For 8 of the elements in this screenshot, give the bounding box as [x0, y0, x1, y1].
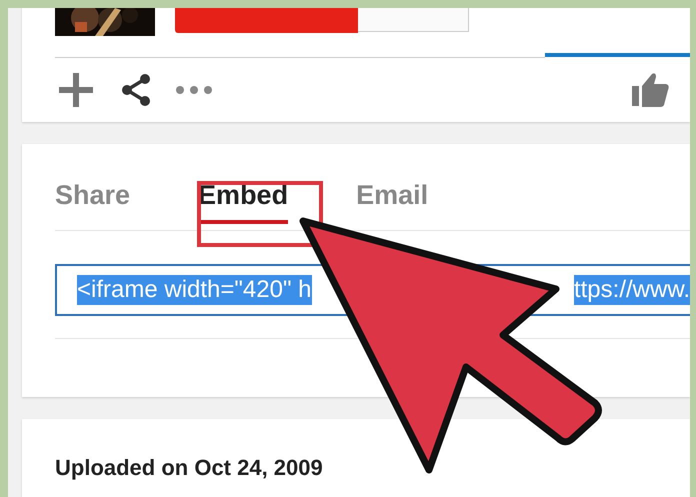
more-icon[interactable]: [175, 85, 213, 95]
share-tab[interactable]: Share: [55, 172, 130, 224]
thumbs-up-icon[interactable]: [632, 72, 670, 108]
share-tab[interactable]: Email: [356, 172, 428, 224]
add-icon[interactable]: [56, 70, 96, 110]
share-tab[interactable]: Embed: [198, 172, 288, 224]
share-icon[interactable]: [120, 74, 152, 106]
upload-date: Uploaded on Oct 24, 2009: [55, 455, 324, 481]
